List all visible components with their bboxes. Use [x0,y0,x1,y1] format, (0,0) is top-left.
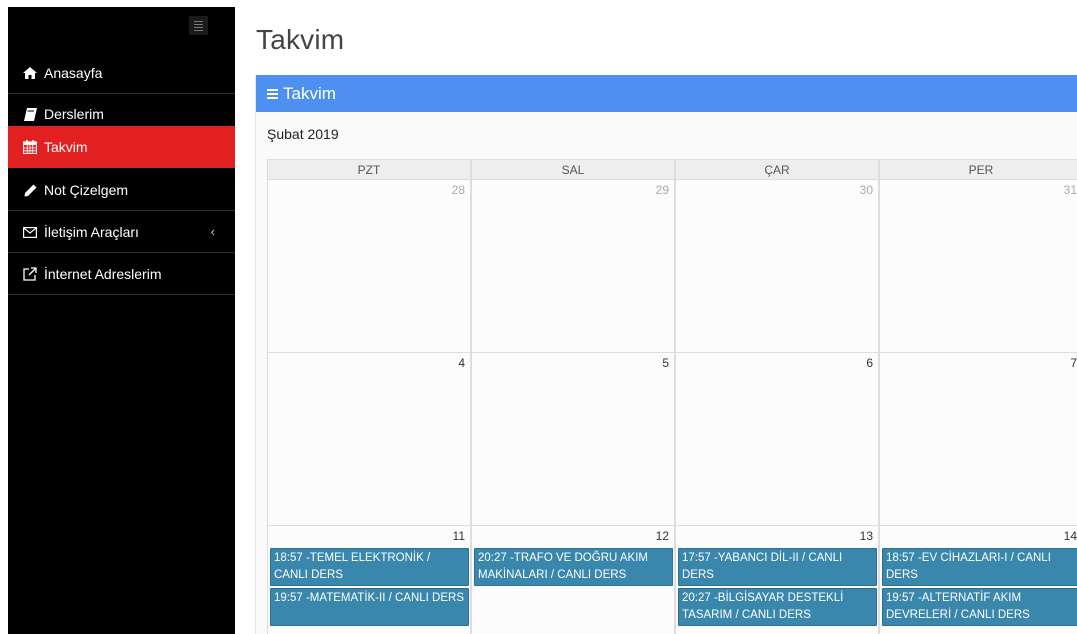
sidebar-item-label: İletişim Araçları [44,224,139,240]
day-cell[interactable]: 28 [267,179,471,353]
calendar-icon [21,126,39,168]
sidebar-item-label: Anasayfa [44,65,103,81]
calendar-event[interactable]: 20:27 -BİLGİSAYAR DESTEKLİ TASARIM / CAN… [678,588,877,626]
sidebar-item-anasayfa[interactable]: Anasayfa [8,52,235,94]
day-number: 14 [1063,529,1077,543]
calendar-panel: Takvim Şubat 2019 PZT SAL ÇAR PER 28 29 … [255,75,1077,634]
weekday-header: ÇAR [675,159,879,180]
sidebar-item-takvim[interactable]: Takvim [8,126,235,168]
day-number: 4 [458,356,465,370]
sidebar-item-internet-adreslerim[interactable]: İnternet Adreslerim [8,253,235,295]
bars-icon [267,89,278,99]
day-number: 28 [451,183,465,197]
panel-title: Takvim [283,84,336,103]
calendar-event[interactable]: 18:57 -TEMEL ELEKTRONİK / CANLI DERS [270,548,469,586]
chevron-left-icon[interactable]: ‹ [211,211,215,253]
pencil-icon [21,169,39,211]
calendar-event[interactable]: 20:27 -TRAFO VE DOĞRU AKIM MAKİNALARI / … [474,548,673,586]
calendar-event[interactable]: 18:57 -EV CİHAZLARI-I / CANLI DERS [882,548,1077,586]
weekday-header: PER [879,159,1077,180]
day-number: 12 [655,529,669,543]
calendar-event[interactable]: 19:57 -MATEMATİK-II / CANLI DERS [270,588,469,626]
day-number: 6 [866,356,873,370]
weekday-header: PZT [267,159,471,180]
sidebar-item-label: İnternet Adreslerim [44,266,162,282]
day-number: 31 [1063,183,1077,197]
day-number: 30 [859,183,873,197]
day-cell[interactable]: 30 [675,179,879,353]
day-number: 7 [1070,356,1077,370]
sidebar-item-not-cizelgem[interactable]: Not Çizelgem [8,169,235,211]
calendar-grid: PZT SAL ÇAR PER 28 29 30 31 4 5 6 7 11 1… [267,159,1077,634]
home-icon [21,52,39,94]
calendar-month-title: Şubat 2019 [267,126,339,142]
envelope-icon [21,211,39,253]
day-cell[interactable]: 7 [879,352,1077,526]
day-cell[interactable]: 6 [675,352,879,526]
sidebar-item-label: Takvim [44,139,88,155]
menu-toggle-icon[interactable] [189,16,208,35]
day-cell[interactable]: 4 [267,352,471,526]
day-number: 11 [452,529,465,543]
page-title: Takvim [256,24,345,55]
sidebar-item-label: Not Çizelgem [44,182,129,198]
day-cell[interactable]: 5 [471,352,675,526]
weekday-header: SAL [471,159,675,180]
calendar-event[interactable]: 17:57 -YABANCI DİL-II / CANLI DERS [678,548,877,586]
day-number: 13 [859,529,873,543]
external-link-icon [21,253,39,295]
day-cell[interactable]: 31 [879,179,1077,353]
day-cell[interactable]: 29 [471,179,675,353]
sidebar-item-iletisim-araclari[interactable]: İletişim Araçları ‹ [8,211,235,253]
sidebar: Anasayfa Derslerim Takvim Not Çizelgem İ… [8,7,235,634]
calendar-event[interactable]: 19:57 -ALTERNATİF AKIM DEVRELERİ / CANLI… [882,588,1077,626]
day-number: 29 [655,183,669,197]
day-number: 5 [662,356,669,370]
panel-header: Takvim [256,75,1077,112]
